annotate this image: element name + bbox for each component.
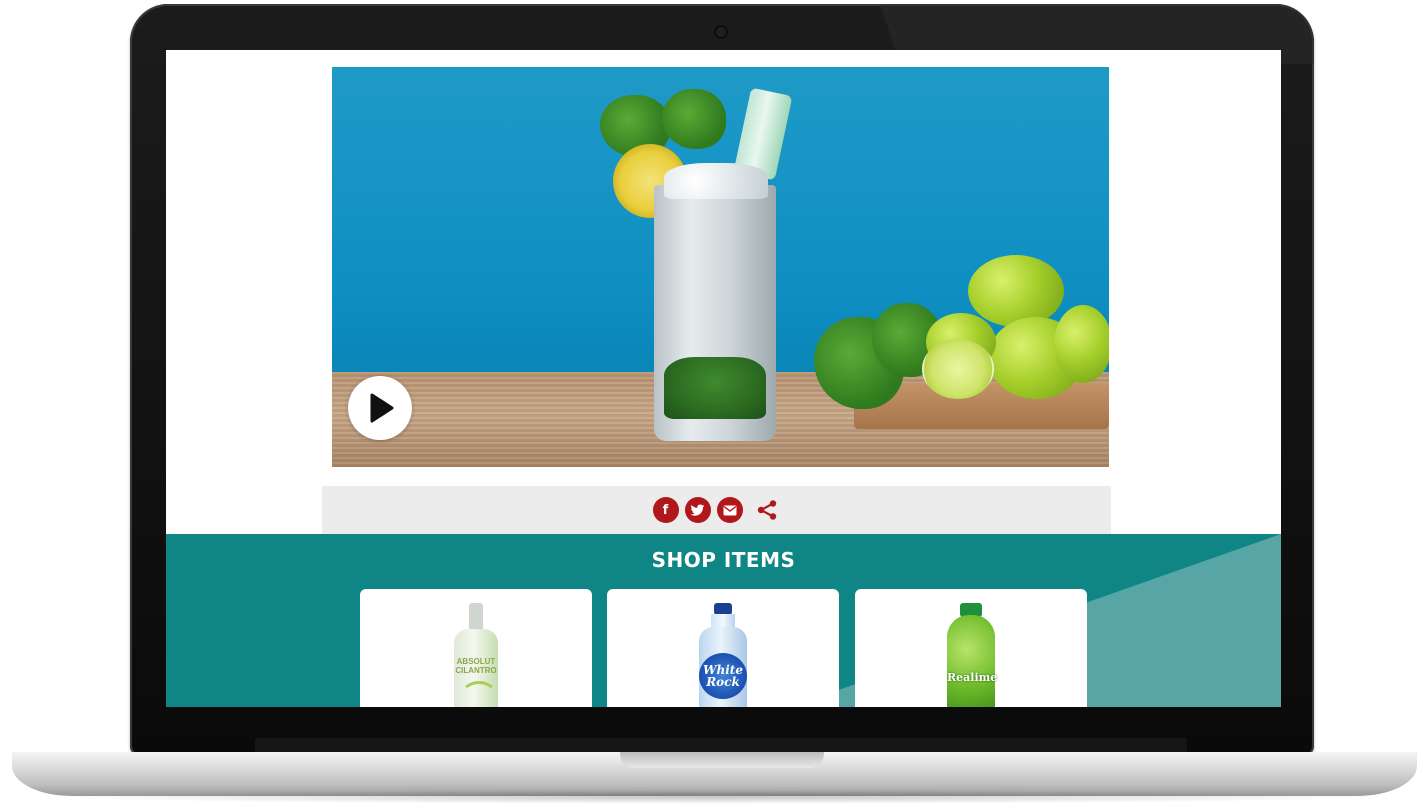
lime [1054,305,1109,383]
webcam [716,27,726,37]
email-icon[interactable] [716,497,743,523]
bottle-body [947,615,995,707]
laptop-base-notch [620,752,824,768]
bezel-bottom [255,738,1187,752]
cilantro-garnish-2 [662,89,726,149]
facebook-icon[interactable]: f [652,497,679,523]
envelope-glyph [723,505,736,515]
crushed-ice [664,163,768,199]
play-icon [370,393,394,423]
bottle-swirl [460,681,498,707]
shop-items-section: SHOP ITEMS ABSOLUT CILANTRO White Rock R… [166,534,1281,707]
twitter-icon[interactable] [684,497,711,523]
lime [968,255,1064,327]
shop-title: SHOP ITEMS [651,548,796,572]
product-label: ABSOLUT CILANTRO [455,657,497,675]
product-card-lime-juice[interactable]: Realime [855,589,1087,707]
twitter-bird [690,504,705,516]
halved-lime [922,339,994,399]
product-label: White Rock [699,653,747,699]
muddled-cilantro [664,357,766,419]
club-soda-bottle-image: White Rock [697,603,749,707]
product-card-club-soda[interactable]: White Rock [607,589,839,707]
laptop-shadow [40,790,1390,804]
laptop-screen: f SHOP ITEMS ABSOLUT CILANTRO White Rock… [166,50,1281,707]
recipe-video[interactable] [332,67,1109,467]
vodka-bottle-image: ABSOLUT CILANTRO [454,603,498,707]
share-bar: f [322,486,1111,534]
share-glyph [757,500,776,520]
product-card-vodka[interactable]: ABSOLUT CILANTRO [360,589,592,707]
play-button[interactable] [348,376,412,440]
share-icon[interactable] [753,497,781,523]
product-label: Realime [947,671,998,684]
lime-juice-bottle-image: Realime [947,603,998,707]
